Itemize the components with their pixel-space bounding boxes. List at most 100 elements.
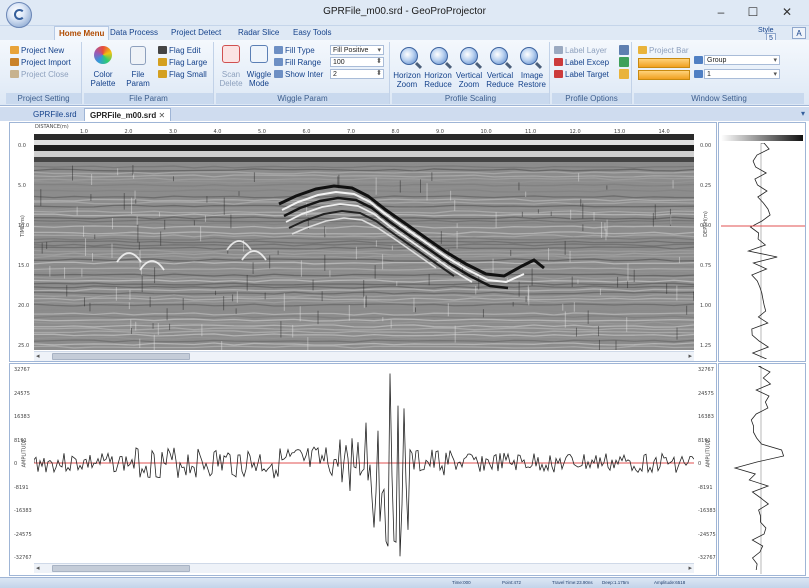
fill-type-text: Fill Type — [285, 46, 315, 55]
time-tick-label: 0.0 — [18, 143, 26, 149]
flag-large-button[interactable]: Flag Large — [158, 58, 207, 67]
horizon-zoom-icon[interactable] — [400, 47, 418, 65]
label-excep-button[interactable]: Label Excep — [554, 58, 609, 67]
radargram-image[interactable] — [34, 134, 694, 350]
window-title: GPRFile_m00.srd - GeoProProjector — [323, 6, 486, 17]
vertical-zoom-button[interactable]: Vertical Zoom — [454, 71, 484, 89]
flag-edit-button[interactable]: Flag Edit — [158, 46, 201, 55]
label-layer-button[interactable]: Label Layer — [554, 46, 607, 55]
fill-range-text: Fill Range — [285, 58, 322, 67]
fill-type-dropdown[interactable]: Fill Positive — [330, 45, 384, 55]
status-amplitude: Amplitude:6518 — [654, 580, 686, 585]
status-bar: Time:000 Point:472 Travel Time:23.90ns D… — [0, 577, 809, 588]
scroll-left-icon[interactable]: ◂ — [36, 352, 40, 360]
scan-delete-icon[interactable] — [222, 45, 240, 63]
trace-panel-top — [718, 122, 806, 362]
tab-list-chevron-icon[interactable]: ▾ — [801, 109, 805, 118]
doc-tab-gprfile[interactable]: GPRFile.srd — [28, 108, 82, 121]
project-new-label: Project New — [21, 46, 65, 55]
horizon-reduce-icon[interactable] — [430, 47, 448, 65]
amplitude-tick-label: -24575 — [698, 531, 716, 538]
amplitude-tick-label: 24575 — [14, 390, 30, 397]
ribbon: Project New Project Import Project Close… — [0, 40, 809, 106]
waveform-plot[interactable] — [34, 366, 694, 561]
file-param-icon[interactable] — [130, 46, 146, 65]
vertical-zoom-icon[interactable] — [460, 47, 478, 65]
group-title-project-setting: Project Setting — [6, 93, 81, 104]
single-trace-plot-bottom[interactable] — [721, 366, 805, 574]
amplitude-tick-label: 8191 — [698, 437, 711, 444]
show-inter-input[interactable]: 2 — [330, 69, 384, 79]
radargram-scroll-thumb[interactable] — [52, 353, 190, 360]
vertical-reduce-icon[interactable] — [490, 47, 508, 65]
file-param-button[interactable]: File Param — [122, 70, 154, 88]
show-inter-text: Show Inter — [285, 70, 324, 79]
scan-delete-button[interactable]: Scan Delete — [216, 70, 246, 88]
group-dropdown[interactable]: Group — [704, 55, 780, 65]
maximize-button[interactable]: ☐ — [738, 3, 768, 21]
radargram-scrollbar[interactable]: ◂ ▸ — [34, 351, 694, 361]
doc-tab-gprfile-m00-label: GPRFile_m00.srd — [90, 111, 157, 120]
exception-settings-icon[interactable] — [619, 57, 629, 67]
project-import-button[interactable]: Project Import — [10, 58, 71, 67]
color-swatch-bottom[interactable] — [638, 70, 690, 80]
flag-small-button[interactable]: Flag Small — [158, 70, 207, 79]
project-new-button[interactable]: Project New — [10, 46, 64, 55]
single-trace-plot[interactable] — [721, 143, 805, 359]
wiggle-mode-icon[interactable] — [250, 45, 268, 63]
fill-range-input[interactable]: 100 — [330, 57, 384, 67]
group-profile-options: Label Layer Label Excep Label Target Pro… — [552, 42, 632, 104]
label-target-button[interactable]: Label Target — [554, 70, 609, 79]
minimize-button[interactable]: – — [706, 3, 736, 21]
ribbon-tab-strip: Home Menu Data Process Project Detect Ra… — [0, 26, 809, 40]
color-palette-icon[interactable] — [94, 46, 112, 64]
image-restore-button[interactable]: Image Restore — [516, 71, 548, 89]
waveform-scrollbar[interactable]: ◂ ▸ — [34, 563, 694, 573]
status-travel-time: Travel Time:23.90ns — [552, 580, 593, 585]
color-swatch-top[interactable] — [638, 58, 690, 68]
horizon-reduce-button[interactable]: Horizon Reduce — [422, 71, 454, 89]
flag-small-label: Flag Small — [169, 70, 207, 79]
tab-home-menu[interactable]: Home Menu — [54, 26, 110, 40]
about-icon[interactable]: A — [792, 27, 806, 39]
project-bar-toggle[interactable]: Project Bar — [638, 46, 689, 55]
tab-radar-slice[interactable]: Radar Slice — [234, 26, 283, 40]
vertical-reduce-button[interactable]: Vertical Reduce — [484, 71, 516, 89]
image-restore-icon[interactable] — [520, 47, 538, 65]
project-close-button[interactable]: Project Close — [10, 70, 69, 79]
project-close-label: Project Close — [21, 70, 69, 79]
amplitude-tick-label: 32767 — [14, 367, 30, 373]
scroll-right-icon[interactable]: ▸ — [688, 352, 692, 360]
app-logo-icon — [14, 9, 25, 20]
waveform-scroll-left-icon[interactable]: ◂ — [36, 564, 40, 572]
radargram-panel: DISTANCE(m) 1.0 2.0 3.0 4.0 5.0 6.0 7.0 8.0 9.0 1… — [9, 122, 717, 362]
close-tab-icon[interactable]: ✕ — [158, 111, 165, 120]
doc-tab-gprfile-m00[interactable]: GPRFile_m00.srd ✕ — [84, 108, 172, 121]
tab-easy-tools[interactable]: Easy Tools — [289, 26, 336, 40]
waveform-scroll-right-icon[interactable]: ▸ — [688, 564, 692, 572]
amplitude-tick-label: -8191 — [14, 484, 29, 491]
time-tick-label: 15.0 — [18, 263, 30, 269]
waveform-panel: AMPLITUDE 32767 24575 16383 8191 0 -8191 -1638… — [9, 363, 717, 576]
layer-settings-icon[interactable] — [619, 45, 629, 55]
application-menu-button[interactable] — [6, 2, 32, 28]
flag-large-label: Flag Large — [169, 58, 208, 67]
trace-panel-bottom — [718, 363, 806, 576]
wiggle-mode-button[interactable]: Wiggle Mode — [244, 70, 274, 88]
color-palette-button[interactable]: Color Palette — [86, 70, 120, 88]
amplitude-tick-label: -16383 — [14, 508, 32, 514]
window-dropdown[interactable]: 1 — [704, 69, 780, 79]
group-project-setting: Project New Project Import Project Close… — [6, 42, 82, 104]
close-button[interactable]: ✕ — [772, 3, 802, 21]
amplitude-tick-label: 8191 — [14, 437, 27, 444]
horizon-zoom-button[interactable]: Horizon Zoom — [392, 71, 422, 89]
flag-edit-label: Flag Edit — [169, 46, 201, 55]
waveform-scroll-thumb[interactable] — [52, 565, 190, 572]
project-bar-icon — [638, 46, 647, 54]
tab-data-process[interactable]: Data Process — [106, 26, 162, 40]
label-excep-label: Label Excep — [565, 58, 610, 67]
label-target-label: Label Target — [565, 70, 609, 79]
target-settings-icon[interactable] — [619, 69, 629, 79]
tab-project-detect[interactable]: Project Detect — [167, 26, 225, 40]
group-wiggle-param: Scan Delete Wiggle Mode Fill Type Fill P… — [216, 42, 390, 104]
